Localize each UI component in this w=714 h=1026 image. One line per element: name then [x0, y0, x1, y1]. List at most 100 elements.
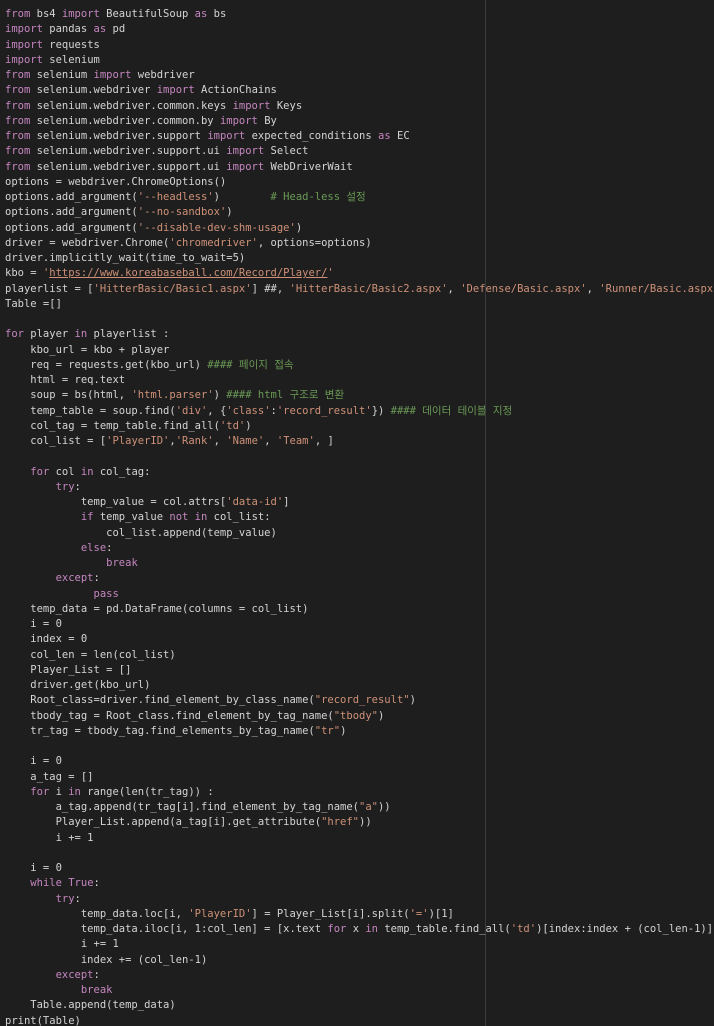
code-line[interactable]: driver.get(kbo_url) — [5, 678, 714, 693]
code-text: selenium.webdriver.support — [30, 130, 208, 142]
code-text: driver.get(kbo_url) — [5, 679, 151, 691]
keyword-token: for — [327, 923, 347, 935]
code-text: selenium — [30, 69, 94, 81]
code-line[interactable]: from selenium import webdriver — [5, 68, 714, 83]
keyword-token: try — [55, 892, 75, 905]
code-line[interactable]: Root_class=driver.find_element_by_class_… — [5, 693, 714, 708]
code-line[interactable]: while True: — [5, 876, 714, 891]
code-line[interactable]: import selenium — [5, 53, 714, 68]
code-line[interactable] — [5, 449, 714, 464]
string-token: "href" — [321, 816, 360, 829]
keyword-token: import — [226, 145, 265, 158]
code-line[interactable]: Player_List.append(a_tag[i].get_attribut… — [5, 815, 714, 830]
code-line[interactable]: from selenium.webdriver.support.ui impor… — [5, 160, 714, 175]
code-line[interactable]: i = 0 — [5, 754, 714, 769]
code-text: kbo_url = kbo + player — [5, 343, 170, 356]
code-line[interactable]: temp_data = pd.DataFrame(columns = col_l… — [5, 602, 714, 617]
code-line[interactable]: i = 0 — [5, 617, 714, 632]
code-text: col — [49, 465, 81, 478]
code-text: WebDriverWait — [264, 160, 353, 173]
code-line[interactable]: req = requests.get(kbo_url) #### 페이지 접속 — [5, 358, 714, 373]
code-line[interactable]: else: — [5, 541, 714, 556]
code-line[interactable]: col_list.append(temp_value) — [5, 526, 714, 541]
code-line[interactable]: import requests — [5, 38, 714, 53]
keyword-token: import — [61, 8, 100, 20]
code-line[interactable]: a_tag.append(tr_tag[i].find_element_by_t… — [5, 800, 714, 815]
code-text: bs4 — [30, 8, 62, 20]
keyword-token: if — [80, 511, 94, 524]
url-token[interactable]: https://www.koreabaseball.com/Record/Pla… — [49, 267, 327, 279]
code-line[interactable]: tr_tag = tbody_tag.find_elements_by_tag_… — [5, 724, 714, 739]
code-line[interactable]: Table =[] — [5, 297, 714, 312]
code-text: ) — [340, 724, 347, 737]
code-line[interactable]: i += 1 — [5, 831, 714, 846]
code-line[interactable]: index = 0 — [5, 632, 714, 647]
code-line[interactable]: i = 0 — [5, 861, 714, 876]
code-line[interactable]: for col in col_tag: — [5, 465, 714, 480]
code-line[interactable]: col_tag = temp_table.find_all('td') — [5, 419, 714, 434]
code-line[interactable]: temp_data.loc[i, 'PlayerID'] = Player_Li… — [5, 907, 714, 922]
code-text: )) — [377, 801, 391, 813]
keyword-token: from — [5, 84, 31, 97]
code-line[interactable]: pass — [5, 587, 714, 602]
keyword-token: for — [30, 465, 50, 478]
code-line[interactable]: col_list = ['PlayerID','Rank', 'Name', '… — [5, 434, 714, 449]
code-line[interactable]: from selenium.webdriver.common.by import… — [5, 114, 714, 129]
code-text: playerlist : — [87, 328, 170, 341]
code-line[interactable] — [5, 846, 714, 861]
code-line[interactable]: driver = webdriver.Chrome('chromedriver'… — [5, 236, 714, 251]
code-line[interactable]: index += (col_len-1) — [5, 953, 714, 968]
code-text: ] ##, — [251, 282, 290, 295]
code-line[interactable]: break — [5, 556, 714, 571]
code-line[interactable]: print(Table) — [5, 1014, 714, 1026]
code-line[interactable]: from bs4 import BeautifulSoup as bs — [5, 7, 714, 22]
code-line[interactable]: for player in playerlist : — [5, 327, 714, 342]
code-line[interactable]: options.add_argument('--no-sandbox') — [5, 205, 714, 220]
code-line[interactable]: from selenium.webdriver.support.ui impor… — [5, 144, 714, 159]
code-line[interactable]: for i in range(len(tr_tag)) : — [5, 785, 714, 800]
code-line[interactable]: kbo_url = kbo + player — [5, 343, 714, 358]
code-line[interactable]: options = webdriver.ChromeOptions() — [5, 175, 714, 190]
code-line[interactable]: soup = bs(html, 'html.parser') #### html… — [5, 388, 714, 403]
string-token: 'record_result' — [276, 404, 372, 417]
code-line[interactable]: except: — [5, 571, 714, 586]
code-line[interactable]: from selenium.webdriver import ActionCha… — [5, 83, 714, 98]
code-line[interactable]: driver.implicitly_wait(time_to_wait=5) — [5, 251, 714, 266]
code-line[interactable]: options.add_argument('--disable-dev-shm-… — [5, 221, 714, 236]
code-line[interactable]: try: — [5, 892, 714, 907]
code-line[interactable]: if temp_value not in col_list: — [5, 510, 714, 525]
code-line[interactable]: try: — [5, 480, 714, 495]
code-line[interactable]: tbody_tag = Root_class.find_element_by_t… — [5, 709, 714, 724]
code-line[interactable]: a_tag = [] — [5, 770, 714, 785]
string-token: "record_result" — [314, 694, 410, 707]
code-line[interactable]: i += 1 — [5, 937, 714, 952]
keyword-token: pass — [93, 587, 119, 600]
code-line[interactable] — [5, 739, 714, 754]
code-text: temp_value — [93, 511, 170, 524]
code-line[interactable]: Player_List = [] — [5, 663, 714, 678]
code-line[interactable]: break — [5, 983, 714, 998]
code-line[interactable]: playerlist = ['HitterBasic/Basic1.aspx']… — [5, 282, 714, 297]
code-content[interactable]: from bs4 import BeautifulSoup as bs impor… — [5, 7, 714, 1026]
keyword-token: as — [194, 8, 208, 20]
code-line[interactable]: html = req.text — [5, 373, 714, 388]
code-line[interactable] — [5, 312, 714, 327]
code-editor[interactable]: from bs4 import BeautifulSoup as bs impor… — [0, 0, 714, 1026]
code-line[interactable]: temp_table = soup.find('div', {'class':'… — [5, 404, 714, 419]
code-line[interactable]: from selenium.webdriver.common.keys impo… — [5, 99, 714, 114]
code-line[interactable]: col_len = len(col_list) — [5, 648, 714, 663]
code-line[interactable]: import pandas as pd — [5, 22, 714, 37]
code-text: req = requests.get(kbo_url) — [5, 358, 208, 371]
code-line[interactable]: except: — [5, 968, 714, 983]
string-token: '--disable-dev-shm-usage' — [137, 221, 296, 234]
code-line[interactable]: Table.append(temp_data) — [5, 998, 714, 1013]
code-line[interactable]: temp_value = col.attrs['data-id'] — [5, 495, 714, 510]
code-text: , ] — [314, 435, 334, 447]
code-line[interactable]: kbo = 'https://www.koreabaseball.com/Rec… — [5, 266, 714, 281]
code-line[interactable]: temp_data.iloc[i, 1:col_len] = [x.text f… — [5, 922, 714, 937]
code-text: , — [447, 282, 461, 295]
code-line[interactable]: from selenium.webdriver.support import e… — [5, 129, 714, 144]
code-line[interactable]: options.add_argument('--headless') # Hea… — [5, 190, 714, 205]
